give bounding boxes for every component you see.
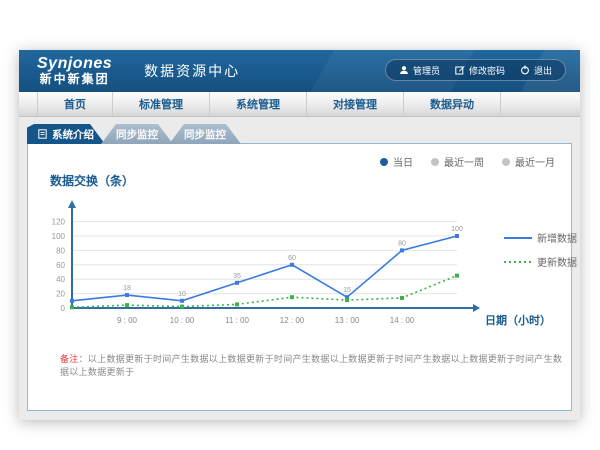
radio-dot-icon [380, 158, 388, 166]
chart-panel: 当日 最近一周 最近一月 数据交换（条） 0 20 40 60 80 100 120 9 : … [27, 143, 572, 411]
main-nav: 首页 标准管理 系统管理 对接管理 数据异动 [19, 92, 580, 117]
svg-text:80: 80 [56, 246, 65, 255]
svg-text:100: 100 [52, 232, 66, 241]
svg-text:15: 15 [343, 287, 351, 294]
filter-option-last-month[interactable]: 最近一月 [502, 154, 555, 169]
svg-text:0: 0 [61, 304, 66, 313]
change-password-button[interactable]: 修改密码 [455, 64, 505, 77]
svg-text:40: 40 [56, 275, 65, 284]
radio-dot-icon [502, 158, 510, 166]
svg-text:18: 18 [123, 285, 131, 292]
svg-text:10: 10 [178, 291, 186, 298]
svg-text:100: 100 [451, 226, 463, 233]
svg-text:更新数据: 更新数据 [537, 256, 577, 269]
user-toolbar: 管理员 修改密码 退出 [385, 59, 566, 81]
svg-text:9 : 00: 9 : 00 [117, 316, 138, 325]
svg-text:60: 60 [288, 255, 296, 262]
page-title: 数据资源中心 [130, 61, 240, 81]
logout-label: 退出 [534, 64, 552, 77]
nav-item-interface-mgmt[interactable]: 对接管理 [307, 92, 404, 116]
nav-item-standard-mgmt[interactable]: 标准管理 [113, 92, 210, 116]
footnote: 备注：以上数据更新于时间产生数据以上数据更新于时间产生数据以上数据更新于时间产生… [60, 352, 571, 378]
svg-text:13 : 00: 13 : 00 [335, 316, 360, 325]
filter-label: 最近一周 [444, 154, 484, 169]
tab-label: 系统介绍 [52, 127, 94, 142]
nav-item-home[interactable]: 首页 [37, 92, 113, 116]
current-user[interactable]: 管理员 [399, 64, 440, 77]
nav-item-data-change[interactable]: 数据异动 [404, 92, 501, 116]
power-icon [520, 65, 530, 75]
tab-sync-monitor-1[interactable]: 同步监控 [101, 124, 173, 144]
radio-dot-icon [431, 158, 439, 166]
filter-option-today[interactable]: 当日 [380, 154, 413, 169]
svg-text:12 : 00: 12 : 00 [280, 316, 305, 325]
user-icon [399, 65, 409, 75]
time-range-filter: 当日 最近一周 最近一月 [380, 154, 555, 169]
filter-label: 当日 [393, 154, 413, 169]
footnote-prefix: 备注 [60, 354, 79, 364]
svg-text:80: 80 [398, 240, 406, 247]
svg-text:新增数据: 新增数据 [537, 232, 577, 245]
svg-text:11 : 00: 11 : 00 [225, 316, 249, 325]
logout-button[interactable]: 退出 [520, 64, 552, 77]
edit-icon [455, 65, 465, 75]
svg-text:日期（小时）: 日期（小时） [485, 313, 551, 327]
app-window: Synjones 新中新集团 数据资源中心 管理员 修改密码 [19, 50, 580, 420]
change-password-label: 修改密码 [469, 64, 505, 77]
footnote-text: ：以上数据更新于时间产生数据以上数据更新于时间产生数据以上数据更新于时间产生数据… [60, 354, 562, 377]
svg-text:60: 60 [56, 261, 65, 270]
tab-label: 同步监控 [184, 127, 226, 142]
svg-text:10 : 00: 10 : 00 [170, 316, 195, 325]
svg-text:14 : 00: 14 : 00 [390, 316, 415, 325]
svg-text:20: 20 [56, 290, 65, 299]
line-chart: 0 20 40 60 80 100 120 9 : 00 10 : 00 11 : 00 12 : … [38, 196, 581, 338]
logo-chinese: 新中新集团 [37, 73, 112, 86]
tab-label: 同步监控 [116, 127, 158, 142]
document-icon [38, 129, 47, 139]
content-area: 系统介绍 同步监控 同步监控 当日 最近一周 [19, 117, 580, 419]
tab-system-intro[interactable]: 系统介绍 [27, 124, 105, 144]
user-label: 管理员 [413, 64, 440, 77]
company-logo: Synjones 新中新集团 [37, 56, 112, 85]
nav-item-system-mgmt[interactable]: 系统管理 [210, 92, 307, 116]
svg-text:35: 35 [233, 273, 241, 280]
tab-bar: 系统介绍 同步监控 同步监控 [27, 124, 241, 144]
filter-label: 最近一月 [515, 154, 555, 169]
app-header: Synjones 新中新集团 数据资源中心 管理员 修改密码 [19, 50, 580, 92]
logo-english: Synjones [37, 56, 112, 73]
tab-sync-monitor-2[interactable]: 同步监控 [169, 124, 241, 144]
filter-option-last-week[interactable]: 最近一周 [431, 154, 484, 169]
svg-text:120: 120 [52, 218, 66, 227]
y-axis-title: 数据交换（条） [50, 172, 134, 189]
